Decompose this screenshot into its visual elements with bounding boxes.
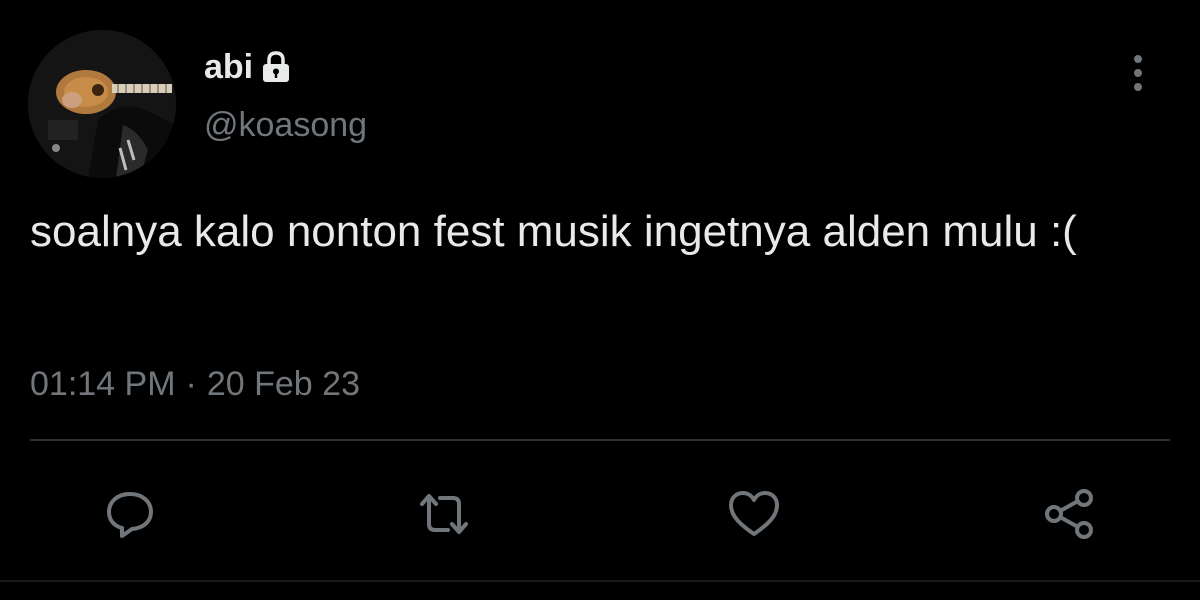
tweet-time: 01:14 PM <box>30 365 176 403</box>
share-icon <box>1045 489 1093 539</box>
guitar-player-avatar-image <box>28 30 176 178</box>
user-handle[interactable]: @koasong <box>204 108 367 142</box>
tweet-date: 20 Feb 23 <box>206 365 360 403</box>
more-vertical-icon <box>1134 55 1142 91</box>
heart-icon <box>729 491 779 536</box>
lock-icon <box>259 50 293 84</box>
display-name-row: abi <box>204 42 293 92</box>
display-name[interactable]: abi <box>204 50 253 84</box>
retweet-icon <box>420 494 468 534</box>
divider <box>30 439 1170 441</box>
retweet-button[interactable] <box>414 484 474 544</box>
bottom-divider <box>0 580 1200 582</box>
tweet-timestamp[interactable]: 01:14 PM · 20 Feb 23 <box>30 364 360 404</box>
meta-separator: · <box>185 365 197 403</box>
like-button[interactable] <box>724 484 784 544</box>
share-button[interactable] <box>1040 484 1100 544</box>
tweet-card: abi @koasong soalnya kalo nonton fest mu… <box>0 0 1200 600</box>
reply-button[interactable] <box>100 484 160 544</box>
reply-icon <box>107 492 153 538</box>
tweet-text: soalnya kalo nonton fest musik ingetnya … <box>30 207 1077 256</box>
avatar[interactable] <box>28 30 176 178</box>
more-options-button[interactable] <box>1118 48 1158 98</box>
